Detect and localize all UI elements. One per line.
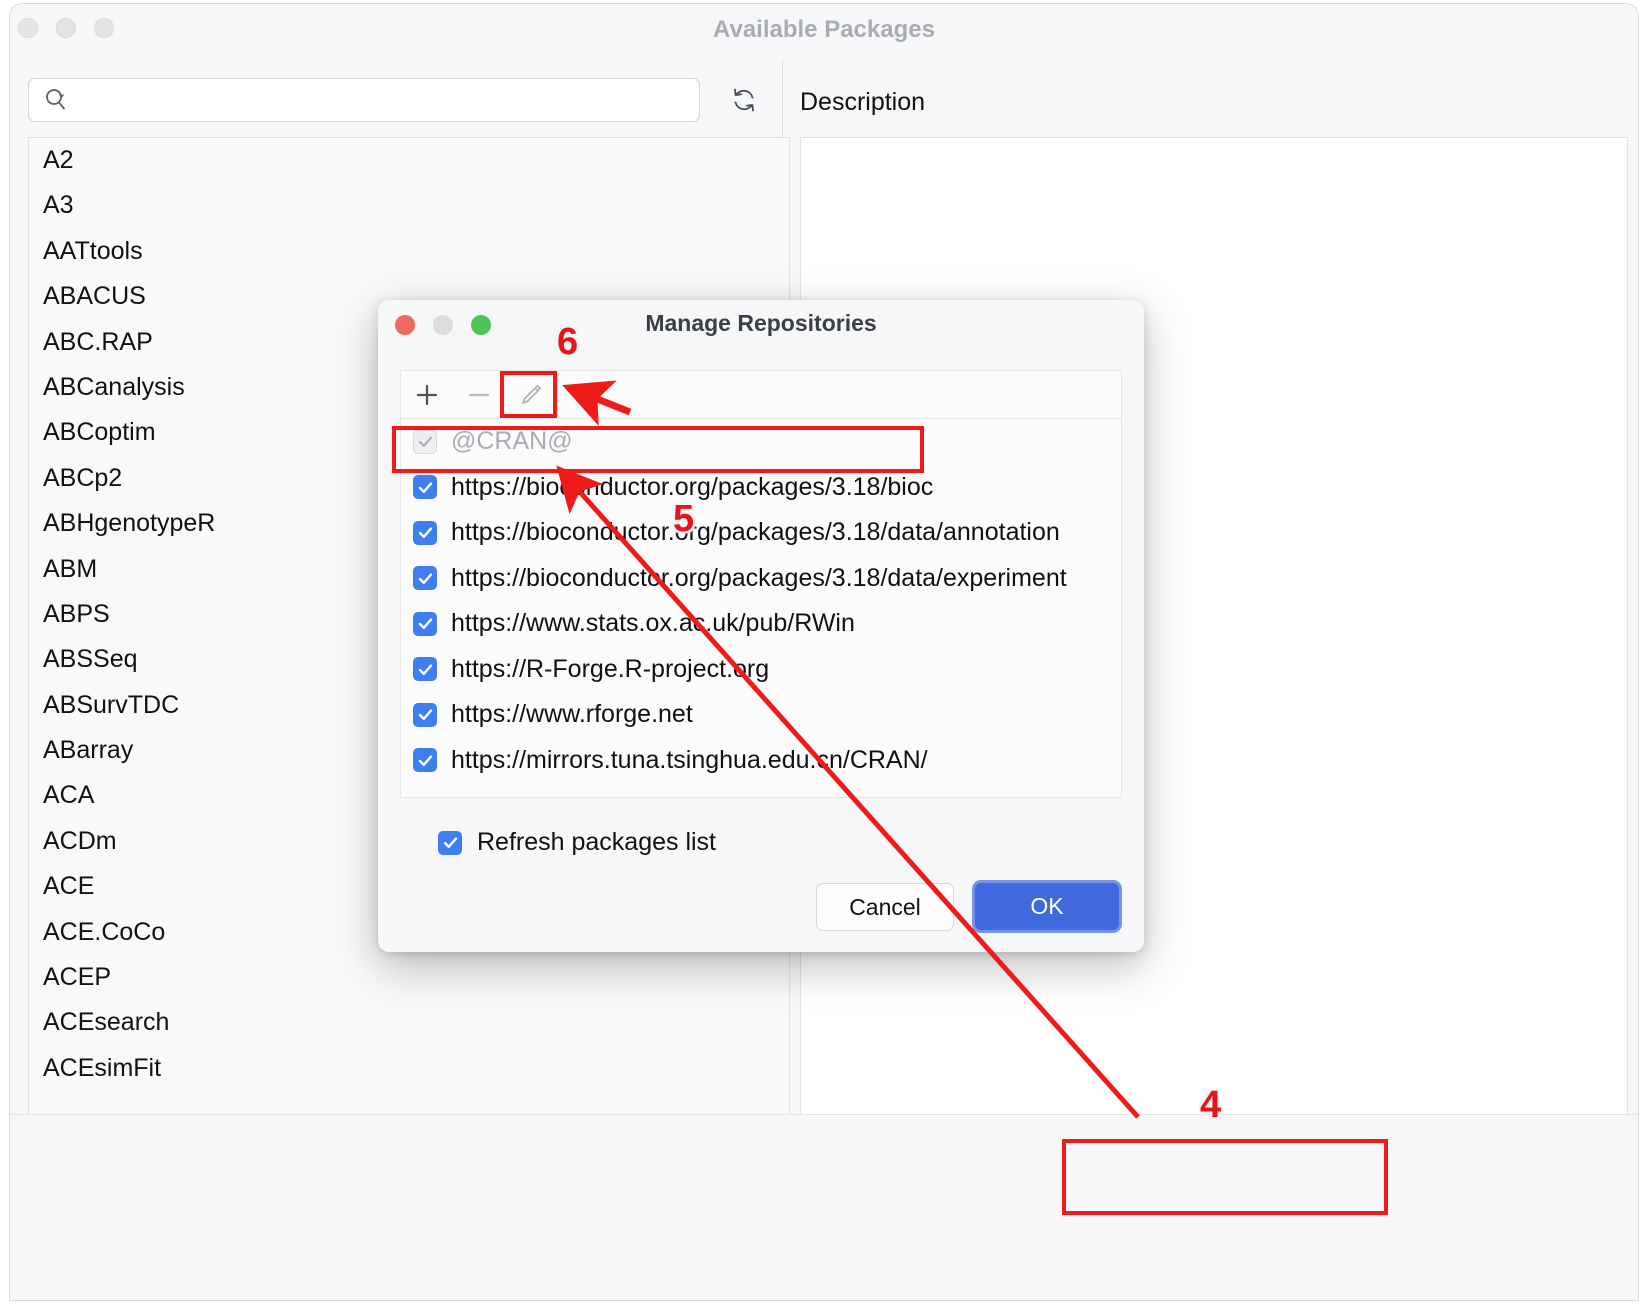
page-title: Available Packages [713,16,935,43]
repository-checkbox [413,429,437,454]
repository-checkbox[interactable] [413,611,437,636]
refresh-packages-list-row[interactable]: Refresh packages list [438,828,716,857]
repository-url: https://bioconductor.org/packages/3.18/d… [451,518,1060,547]
repository-row[interactable]: https://R-Forge.R-project.org [401,647,1121,693]
repository-url: https://bioconductor.org/packages/3.18/d… [451,563,1067,592]
panel-divider [782,60,783,137]
list-item[interactable]: ACEsimFit [29,1046,789,1091]
repository-row[interactable]: @CRAN@ [401,419,1121,465]
dialog-titlebar: Manage Repositories [378,300,1144,348]
add-repository-button[interactable] [401,372,453,418]
refresh-icon[interactable] [722,80,766,120]
list-item[interactable]: ACEsearch [29,1000,789,1045]
repository-checkbox[interactable] [413,702,437,727]
repository-row[interactable]: https://bioconductor.org/packages/3.18/b… [401,465,1121,511]
manage-repositories-dialog: Manage Repositories @CRAN@ https://biocon… [378,300,1144,952]
search-icon[interactable] [43,87,69,113]
repository-checkbox[interactable] [413,566,437,591]
dialog-cancel-button[interactable]: Cancel [816,883,954,931]
repository-url: https://www.rforge.net [451,700,693,729]
repository-row[interactable]: https://mirrors.tuna.tsinghua.edu.cn/CRA… [401,738,1121,784]
repository-list[interactable]: @CRAN@ https://bioconductor.org/packages/… [400,418,1122,798]
repository-url: https://R-Forge.R-project.org [451,654,770,683]
main-titlebar: Available Packages [10,4,1638,60]
search-field[interactable] [28,78,700,122]
main-toolbar: Description [10,60,1638,137]
repo-toolbar [400,370,1122,418]
refresh-packages-list-checkbox[interactable] [438,830,462,855]
repository-row[interactable]: https://www.rforge.net [401,692,1121,738]
dialog-title: Manage Repositories [645,310,877,336]
edit-repository-button[interactable] [505,372,557,418]
repository-url: https://www.stats.ox.ac.uk/pub/RWin [451,609,855,638]
list-item[interactable]: ACEP [29,955,789,1000]
repository-url: @CRAN@ [451,427,573,456]
search-input[interactable] [77,89,699,111]
list-item[interactable]: AATtools [29,229,789,274]
repository-row[interactable]: https://www.stats.ox.ac.uk/pub/RWin [401,601,1121,647]
remove-repository-button[interactable] [453,372,505,418]
dialog-ok-button[interactable]: OK [972,880,1122,933]
list-item[interactable]: A3 [29,183,789,228]
repository-row[interactable]: https://bioconductor.org/packages/3.18/d… [401,556,1121,602]
repository-checkbox[interactable] [413,520,437,545]
description-header: Description [800,88,926,116]
repository-url: https://mirrors.tuna.tsinghua.edu.cn/CRA… [451,745,928,774]
repository-checkbox[interactable] [413,748,437,773]
repository-url: https://bioconductor.org/packages/3.18/b… [451,472,934,501]
repository-row[interactable]: https://bioconductor.org/packages/3.18/d… [401,510,1121,556]
repository-checkbox[interactable] [413,475,437,500]
refresh-packages-list-label: Refresh packages list [477,828,717,856]
repository-checkbox[interactable] [413,657,437,682]
main-bottom-bar: Install Package Manage Repositories Clos… [10,1114,1638,1300]
list-item[interactable]: A2 [29,138,789,183]
